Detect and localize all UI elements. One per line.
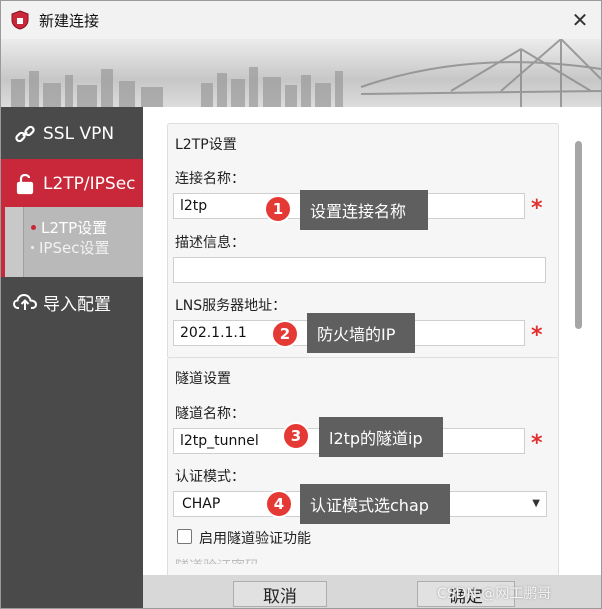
sidebar-item-label: 导入配置 <box>43 294 111 315</box>
cancel-button[interactable]: 取消 <box>233 581 327 607</box>
bullet-icon <box>31 225 36 230</box>
description-label: 描述信息： <box>175 235 245 251</box>
auth-mode-value: CHAP <box>182 496 221 512</box>
shield-icon <box>11 10 29 30</box>
dropdown-arrow-icon: ▼ <box>532 498 540 509</box>
lns-server-label: LNS服务器地址： <box>175 298 287 314</box>
required-mark: * <box>531 196 543 221</box>
cloud-upload-icon <box>13 290 37 314</box>
close-icon[interactable]: ✕ <box>567 7 593 33</box>
annotation-callout-4: 认证模式选chap <box>300 484 450 524</box>
scrollbar-thumb[interactable] <box>575 141 582 329</box>
auth-mode-label: 认证模式： <box>175 469 245 485</box>
annotation-badge-1: 1 <box>264 195 292 223</box>
annotation-badge-4: 4 <box>265 490 293 518</box>
annotation-badge-3: 3 <box>282 422 310 450</box>
required-mark: * <box>531 323 543 348</box>
bullet-icon <box>31 246 34 249</box>
sidebar-item-import-config[interactable]: 导入配置 <box>1 277 143 327</box>
window-title: 新建连接 <box>39 12 100 30</box>
annotation-callout-2: 防火墙的IP <box>307 313 415 353</box>
description-input[interactable] <box>173 257 546 283</box>
new-connection-dialog: 新建连接 ✕ SSL VPN L2TP/IPSec L2TP设置 IPSec设置… <box>0 0 602 609</box>
tunnel-password-label: 隧道验证密码 <box>175 556 259 564</box>
subnav-label: L2TP设置 <box>41 219 108 237</box>
tunnel-name-label: 隧道名称： <box>175 406 245 422</box>
annotation-callout-3: l2tp的隧道ip <box>319 417 443 457</box>
connection-name-label: 连接名称： <box>175 171 245 187</box>
required-mark: * <box>531 431 543 456</box>
tunnel-verify-checkbox[interactable] <box>177 529 192 544</box>
l2tp-group-title: L2TP设置 <box>175 137 237 153</box>
sidebar-item-label: L2TP/IPSec <box>43 174 136 194</box>
banner-image <box>1 39 601 107</box>
subnav-item-ipsec-settings[interactable]: IPSec设置 <box>31 237 109 258</box>
sidebar-item-ssl-vpn[interactable]: SSL VPN <box>1 109 143 159</box>
link-icon <box>13 122 37 146</box>
title-bar: 新建连接 ✕ <box>1 1 601 39</box>
subnav-item-l2tp-settings[interactable]: L2TP设置 <box>31 217 107 238</box>
lock-icon <box>13 172 37 196</box>
annotation-badge-2: 2 <box>271 320 299 348</box>
annotation-callout-1: 设置连接名称 <box>300 190 428 230</box>
watermark-text: CSDN @网工鹏哥 <box>437 586 552 602</box>
subnav-label: IPSec设置 <box>39 239 110 257</box>
tunnel-verify-label: 启用隧道验证功能 <box>199 531 311 547</box>
tunnel-group-title: 隧道设置 <box>175 371 231 387</box>
sidebar-item-l2tp-ipsec[interactable]: L2TP/IPSec <box>1 159 143 209</box>
sidebar-item-label: SSL VPN <box>43 124 115 144</box>
